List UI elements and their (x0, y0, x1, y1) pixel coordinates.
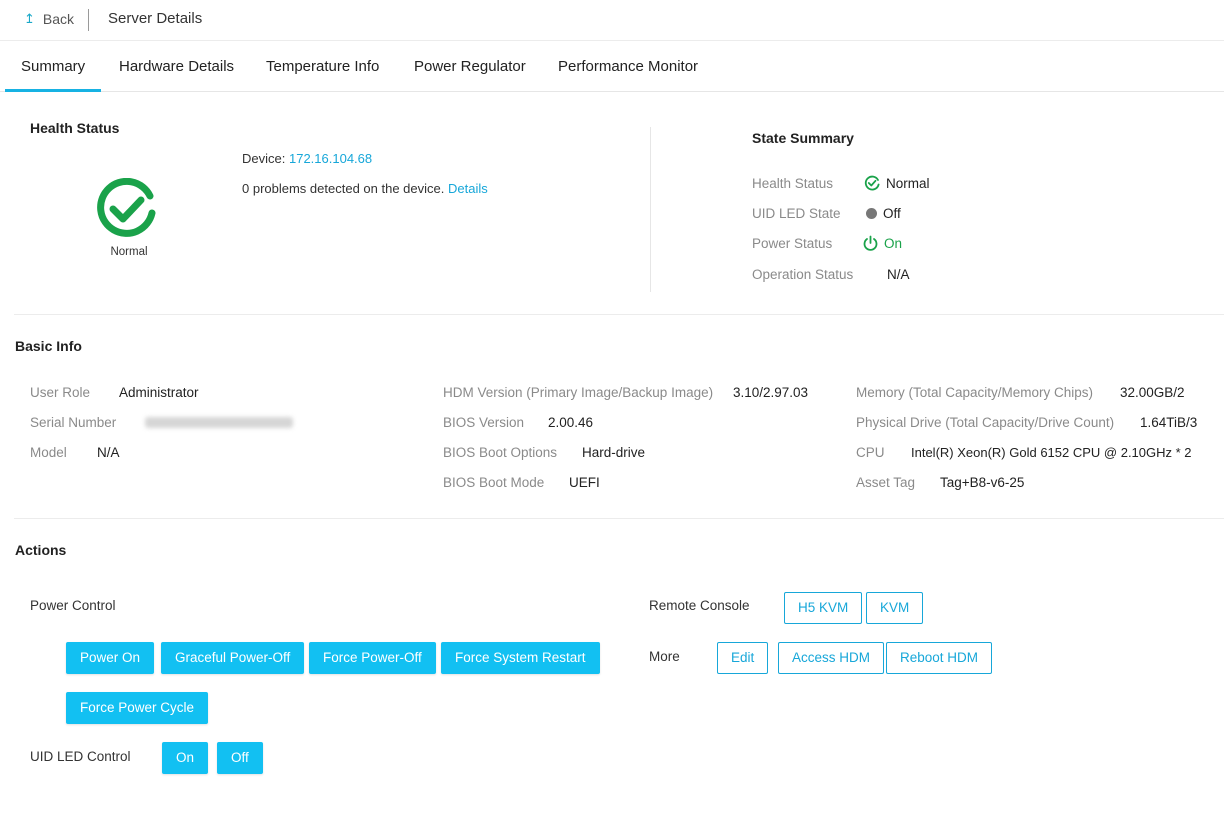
h5-kvm-button[interactable]: H5 KVM (784, 592, 863, 624)
health-status-title: Health Status (30, 120, 120, 136)
force-power-off-button[interactable]: Force Power-Off (309, 642, 436, 674)
basic-info-title: Basic Info (15, 338, 82, 354)
power-icon (863, 235, 878, 251)
tab-bar: Summary Hardware Details Temperature Inf… (0, 41, 1224, 92)
label-model: Model (30, 445, 67, 460)
tab-performance-monitor[interactable]: Performance Monitor (558, 41, 698, 89)
state-label-power: Power Status (752, 236, 833, 251)
state-value-operation: N/A (887, 267, 910, 282)
state-summary-title: State Summary (752, 130, 854, 146)
label-bios-version: BIOS Version (443, 415, 525, 430)
back-label: Back (42, 11, 75, 27)
tab-temperature-info[interactable]: Temperature Info (266, 41, 379, 89)
value-bios-boot-mode: UEFI (569, 475, 600, 490)
health-divider (650, 127, 651, 292)
state-value-health: Normal (864, 175, 930, 191)
value-memory: 32.00GB/2 (1120, 385, 1185, 400)
power-control-label: Power Control (30, 598, 116, 613)
edit-button[interactable]: Edit (717, 642, 769, 674)
device-ip-link[interactable]: 172.16.104.68 (289, 151, 372, 166)
label-memory: Memory (Total Capacity/Memory Chips) (856, 385, 1094, 400)
page-title: Server Details (108, 10, 203, 27)
value-bios-boot-options: Hard-drive (582, 445, 646, 460)
actions-title: Actions (15, 542, 67, 558)
device-label: Device: (242, 151, 286, 166)
check-circle-icon (864, 175, 880, 191)
uid-led-on-button[interactable]: On (162, 742, 209, 774)
value-user-role: Administrator (119, 385, 199, 400)
value-physical-drive: 1.64TiB/3 (1140, 415, 1198, 430)
health-status-caption: Normal (110, 246, 148, 258)
access-hdm-button[interactable]: Access HDM (778, 642, 885, 674)
power-value-text: On (884, 236, 903, 251)
label-serial-number: Serial Number (30, 415, 117, 430)
remote-console-label: Remote Console (649, 598, 750, 613)
problems-text: 0 problems detected on the device. (242, 181, 445, 196)
value-asset-tag: Tag+B8-v6-25 (940, 475, 1025, 490)
uid-led-off-button[interactable]: Off (217, 742, 263, 774)
state-label-operation: Operation Status (752, 267, 854, 282)
section-divider (14, 518, 1224, 519)
label-bios-boot-mode: BIOS Boot Mode (443, 475, 545, 490)
force-system-restart-button[interactable]: Force System Restart (441, 642, 600, 674)
uid-led-value-text: Off (883, 206, 901, 221)
state-label-health: Health Status (752, 176, 834, 191)
dot-icon (866, 208, 877, 219)
back-button[interactable]: ↥ Back (24, 11, 74, 27)
health-value-text: Normal (886, 175, 930, 191)
state-label-uid-led: UID LED State (752, 206, 841, 221)
kvm-button[interactable]: KVM (866, 592, 924, 624)
label-physical-drive: Physical Drive (Total Capacity/Drive Cou… (856, 415, 1115, 430)
problems-row: 0 problems detected on the device. Detai… (242, 181, 488, 196)
arrow-up-icon: ↥ (24, 11, 35, 26)
label-user-role: User Role (30, 385, 91, 400)
state-value-power: On (862, 235, 902, 252)
power-on-button[interactable]: Power On (66, 642, 155, 674)
value-model: N/A (97, 445, 120, 460)
tab-hardware-details[interactable]: Hardware Details (119, 41, 234, 89)
tab-power-regulator[interactable]: Power Regulator (414, 41, 526, 89)
graceful-power-off-button[interactable]: Graceful Power-Off (161, 642, 305, 674)
state-value-uid-led: Off (866, 206, 901, 221)
check-circle-icon (97, 178, 156, 237)
serial-number-redacted (145, 417, 293, 428)
device-row: Device: 172.16.104.68 (242, 151, 372, 166)
reboot-hdm-button[interactable]: Reboot HDM (886, 642, 993, 674)
label-bios-boot-options: BIOS Boot Options (443, 445, 558, 460)
tab-summary[interactable]: Summary (5, 41, 102, 92)
value-bios-version: 2.00.46 (548, 415, 594, 430)
details-link[interactable]: Details (448, 181, 488, 196)
uid-led-control-label: UID LED Control (30, 749, 131, 764)
label-asset-tag: Asset Tag (856, 475, 916, 490)
force-power-cycle-button[interactable]: Force Power Cycle (66, 692, 209, 724)
header-divider (88, 9, 89, 31)
more-label: More (649, 649, 680, 664)
value-cpu: Intel(R) Xeon(R) Gold 6152 CPU @ 2.10GHz… (911, 445, 1192, 460)
label-cpu: CPU (856, 445, 885, 460)
section-divider (14, 314, 1224, 315)
label-hdm-version: HDM Version (Primary Image/Backup Image) (443, 385, 714, 400)
value-hdm-version: 3.10/2.97.03 (733, 385, 809, 400)
